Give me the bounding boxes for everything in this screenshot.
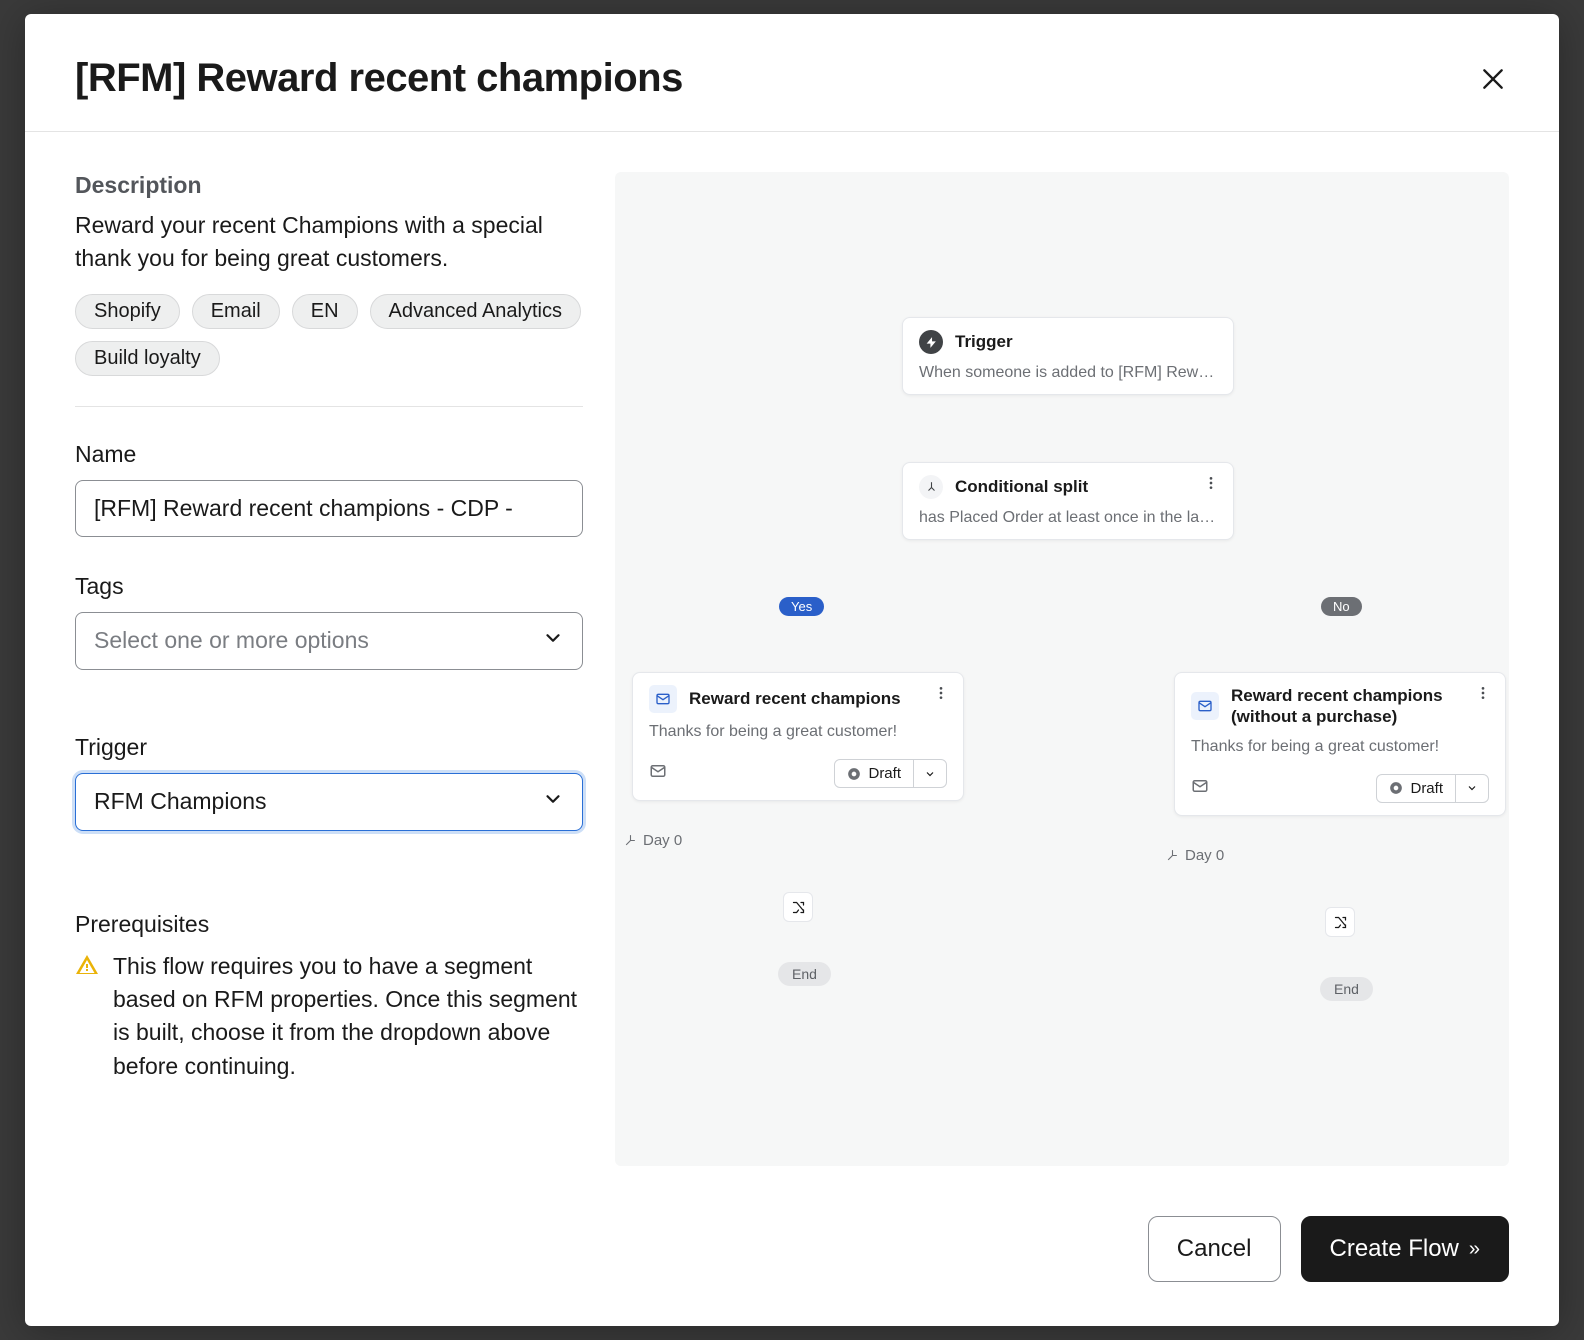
- modal-header: [RFM] Reward recent champions: [25, 14, 1559, 132]
- end-pill-yes: End: [778, 962, 831, 986]
- draft-status-dropdown[interactable]: Draft: [834, 759, 947, 788]
- tags-field-group: Tags Select one or more options: [75, 569, 583, 670]
- tag-pill[interactable]: Email: [192, 294, 280, 329]
- close-icon[interactable]: [1477, 63, 1509, 95]
- description-text: Reward your recent Champions with a spec…: [75, 209, 583, 276]
- trigger-select[interactable]: RFM Champions: [75, 773, 583, 831]
- flow-connectors: [615, 172, 915, 322]
- tags-select[interactable]: Select one or more options: [75, 612, 583, 670]
- trigger-field-group: Trigger RFM Champions: [75, 730, 583, 831]
- left-panel: Description Reward your recent Champions…: [75, 172, 583, 1166]
- tag-pill[interactable]: Advanced Analytics: [370, 294, 581, 329]
- chevron-down-icon: [542, 788, 564, 816]
- email-icon: [649, 685, 677, 713]
- draft-label: Draft: [868, 765, 901, 782]
- tag-row: Shopify Email EN Advanced Analytics Buil…: [75, 294, 583, 407]
- chevron-down-icon: [542, 627, 564, 655]
- email-icon: [1191, 692, 1219, 720]
- cancel-button[interactable]: Cancel: [1148, 1216, 1281, 1282]
- email-yes-title: Reward recent champions: [689, 689, 901, 709]
- flow-preview-panel: Trigger When someone is added to [RFM] R…: [615, 172, 1509, 1166]
- flow-node-conditional-split[interactable]: Conditional split has Placed Order at le…: [902, 462, 1234, 540]
- chevron-down-icon: [1456, 777, 1488, 799]
- chevron-down-icon: [914, 763, 946, 785]
- flow-node-email-no[interactable]: Reward recent champions (without a purch…: [1174, 672, 1506, 816]
- name-label: Name: [75, 441, 583, 468]
- branch-label-no: No: [1321, 597, 1362, 616]
- tag-pill[interactable]: Shopify: [75, 294, 180, 329]
- modal-body: Description Reward your recent Champions…: [25, 132, 1559, 1176]
- flow-node-trigger[interactable]: Trigger When someone is added to [RFM] R…: [902, 317, 1234, 395]
- tag-pill[interactable]: Build loyalty: [75, 341, 220, 376]
- email-no-sub: Thanks for being a great customer!: [1191, 738, 1489, 756]
- draft-status-dropdown[interactable]: Draft: [1376, 774, 1489, 803]
- flow-node-action[interactable]: [1325, 907, 1355, 937]
- trigger-value: RFM Champions: [94, 788, 267, 815]
- chevron-right-icon: »: [1469, 1238, 1480, 1261]
- description-label: Description: [75, 172, 583, 199]
- modal-title: [RFM] Reward recent champions: [75, 56, 683, 101]
- day-marker-no: Day 0: [1166, 847, 1224, 864]
- day-marker-yes: Day 0: [624, 832, 682, 849]
- split-node-title: Conditional split: [955, 477, 1088, 497]
- create-flow-modal: [RFM] Reward recent champions Descriptio…: [25, 14, 1559, 1326]
- tags-label: Tags: [75, 573, 583, 600]
- prerequisites-row: This flow requires you to have a segment…: [75, 950, 583, 1083]
- branch-label-yes: Yes: [779, 597, 824, 616]
- trigger-label: Trigger: [75, 734, 583, 761]
- flow-node-action[interactable]: [783, 892, 813, 922]
- create-flow-button[interactable]: Create Flow »: [1301, 1216, 1510, 1282]
- flow-node-email-yes[interactable]: Reward recent champions Thanks for being…: [632, 672, 964, 801]
- end-pill-no: End: [1320, 977, 1373, 1001]
- prerequisites-text: This flow requires you to have a segment…: [113, 950, 583, 1083]
- warning-icon: [75, 953, 99, 982]
- kebab-icon[interactable]: [1203, 475, 1219, 496]
- tag-pill[interactable]: EN: [292, 294, 358, 329]
- email-yes-sub: Thanks for being a great customer!: [649, 723, 947, 741]
- email-no-title: Reward recent champions (without a purch…: [1231, 685, 1489, 728]
- bolt-icon: [919, 330, 943, 354]
- trigger-node-sub: When someone is added to [RFM] Rewar…: [919, 364, 1217, 382]
- tags-placeholder: Select one or more options: [94, 627, 369, 654]
- stack-icon: [649, 762, 667, 785]
- name-input[interactable]: [75, 480, 583, 537]
- name-field-group: Name: [75, 437, 583, 537]
- stack-icon: [1191, 777, 1209, 800]
- kebab-icon[interactable]: [933, 685, 949, 706]
- draft-label: Draft: [1410, 780, 1443, 797]
- prerequisites-label: Prerequisites: [75, 911, 583, 938]
- split-icon: [919, 475, 943, 499]
- modal-footer: Cancel Create Flow »: [25, 1176, 1559, 1326]
- trigger-node-title: Trigger: [955, 332, 1013, 352]
- kebab-icon[interactable]: [1475, 685, 1491, 706]
- split-node-sub: has Placed Order at least once in the la…: [919, 509, 1217, 527]
